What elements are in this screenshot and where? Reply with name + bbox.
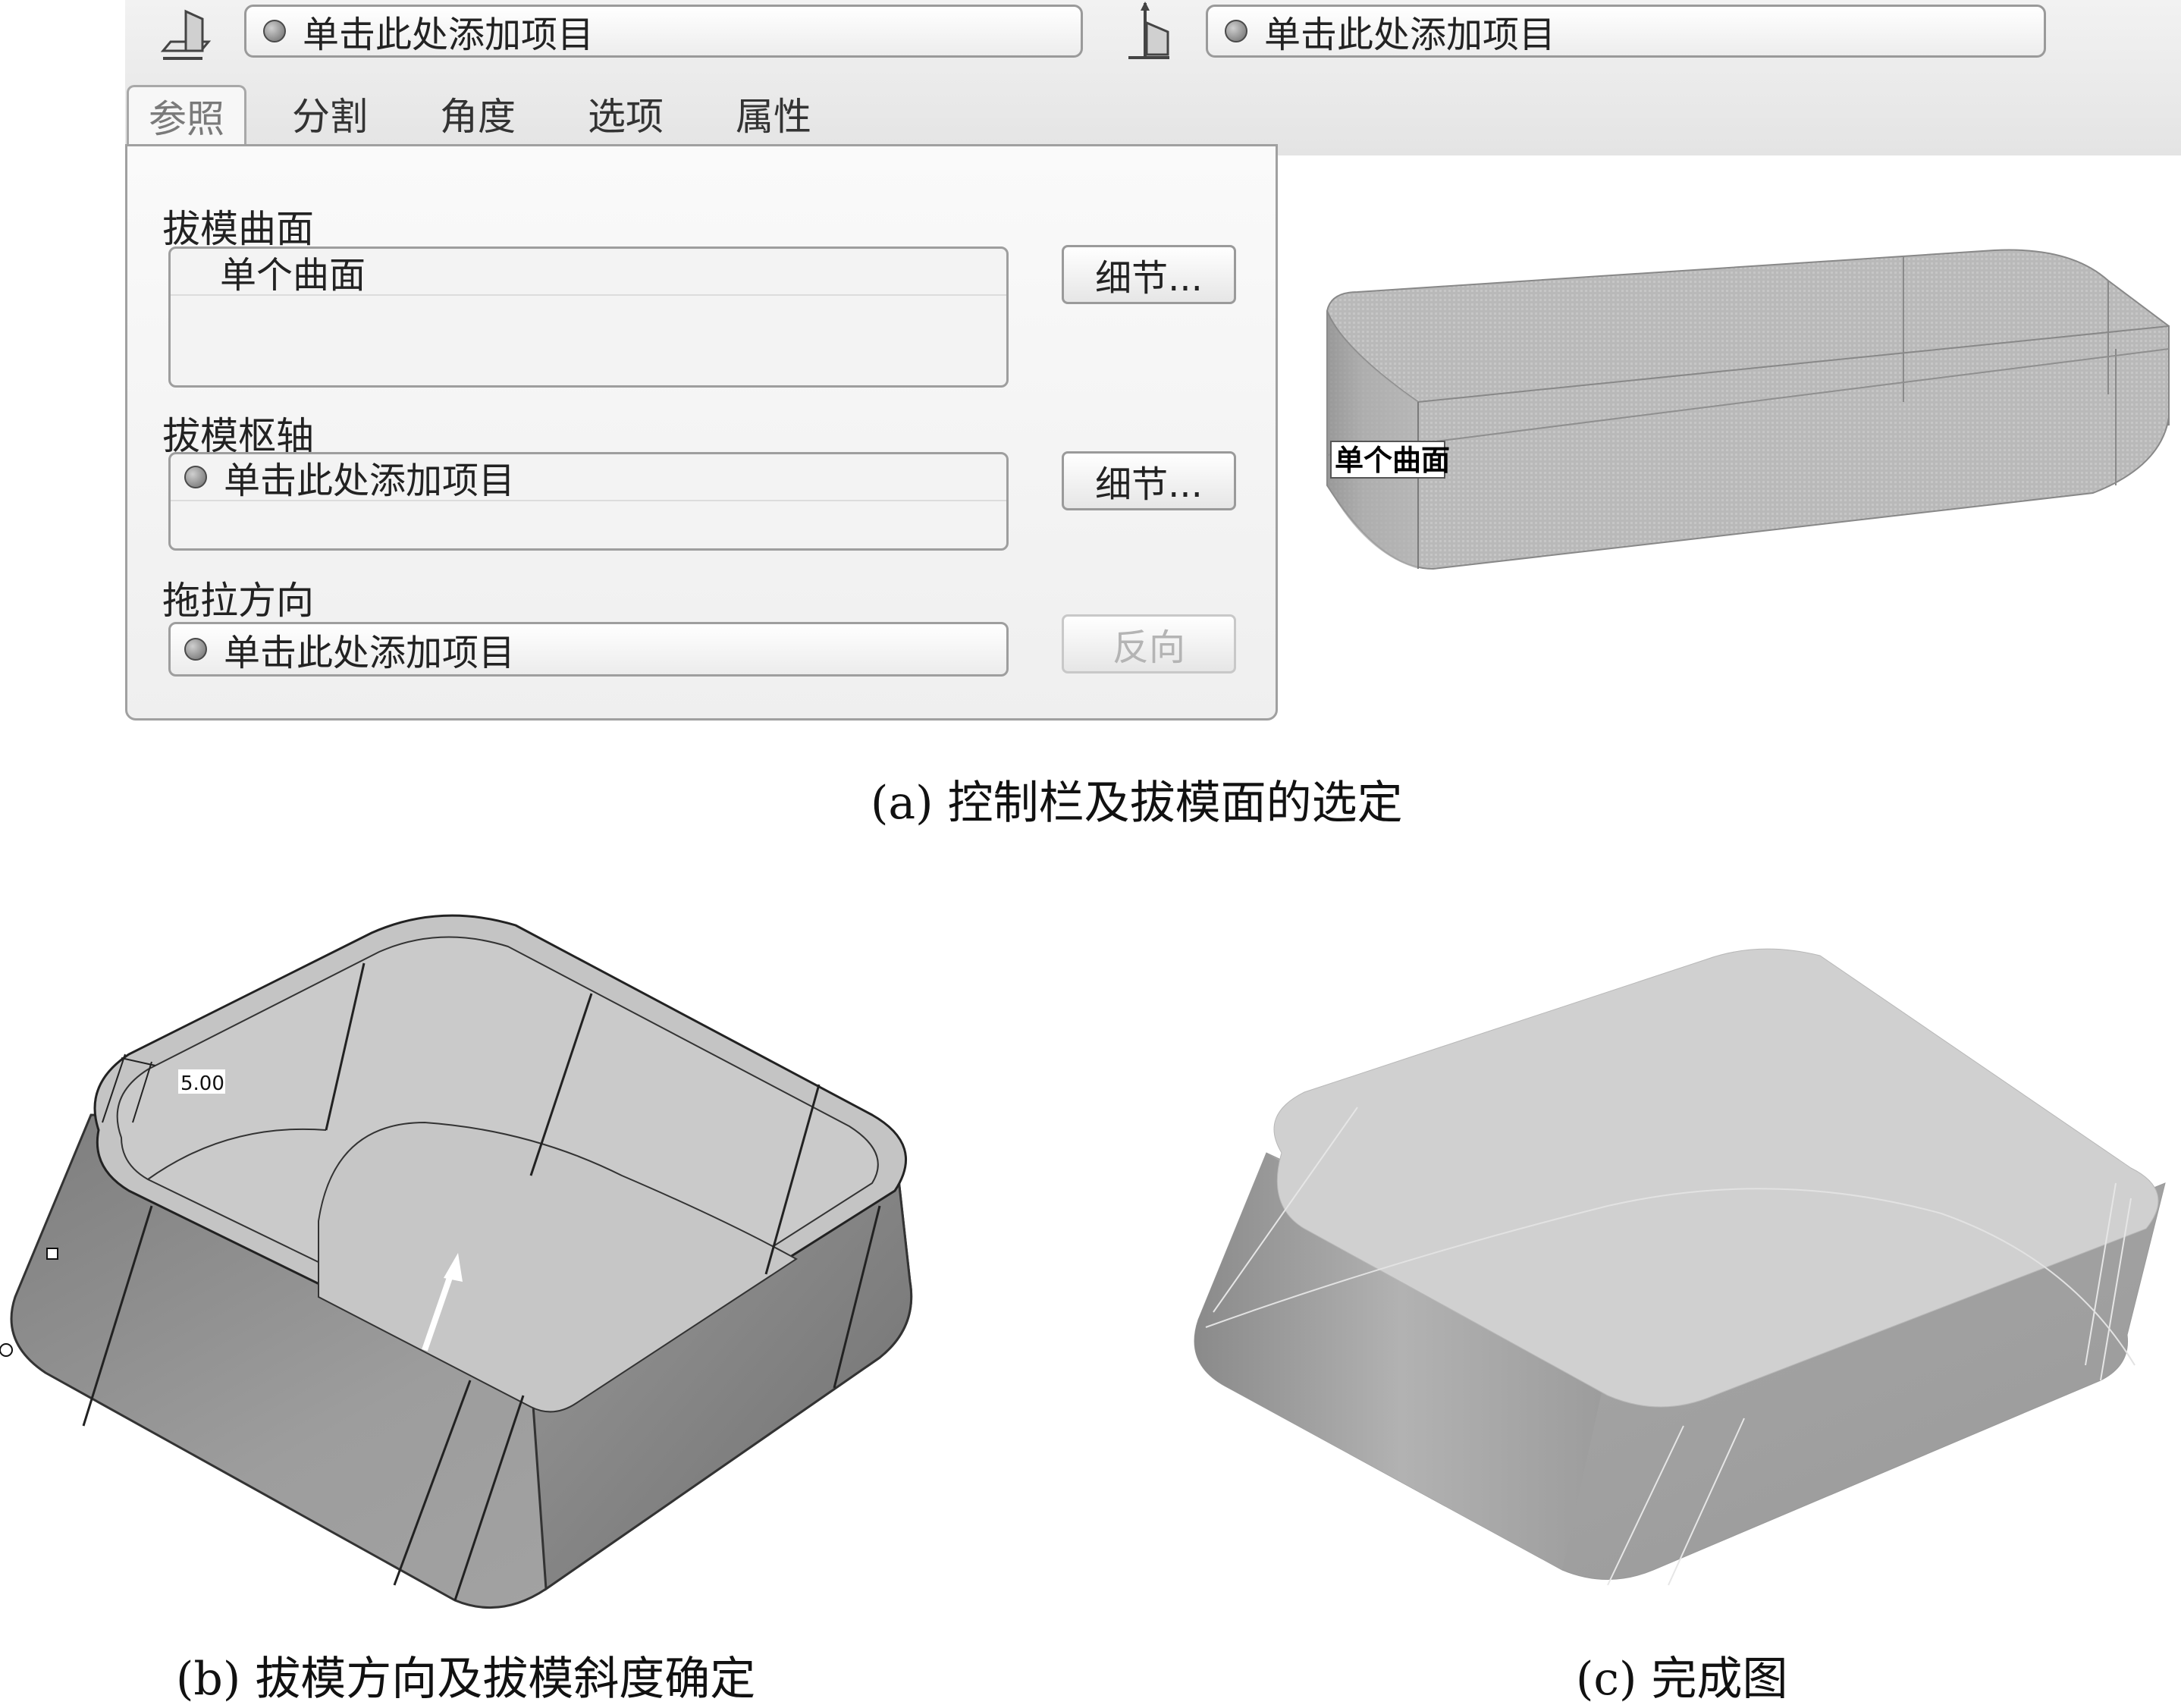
tab-references[interactable]: 参照	[127, 85, 246, 145]
draft-hinge-list[interactable]: 单击此处添加项目	[168, 452, 1009, 551]
bullet-icon	[1225, 20, 1247, 42]
direction-collector-text: 单击此处添加项目	[1264, 14, 1556, 56]
tab-angles[interactable]: 角度	[421, 85, 535, 143]
draft-hinge-placeholder-row[interactable]: 单击此处添加项目	[171, 454, 1006, 502]
draft-surface-details-button[interactable]: 细节...	[1062, 245, 1236, 304]
draft-hinge-placeholder: 单击此处添加项目	[224, 460, 516, 502]
caption-a: (a) 控制栏及拔模面的选定	[871, 777, 1403, 830]
pull-direction-collector[interactable]: 单击此处添加项目	[1206, 5, 2046, 58]
caption-b: (b) 拔模方向及拔模斜度确定	[176, 1653, 756, 1706]
model-viewport-b[interactable]: 5.00	[0, 903, 956, 1623]
pivot-handle[interactable]	[0, 1343, 13, 1357]
bullet-icon	[184, 638, 207, 661]
draft-hinge-details-button[interactable]: 细节...	[1062, 451, 1236, 510]
pull-direction-icon[interactable]	[1122, 0, 1183, 61]
tab-properties[interactable]: 属性	[717, 85, 830, 143]
list-item[interactable]: 单个曲面	[171, 249, 1006, 297]
pull-direction-placeholder: 单击此处添加项目	[224, 632, 516, 674]
bullet-icon	[263, 20, 286, 42]
model-viewport-a[interactable]: 单个曲面	[1312, 235, 2181, 584]
draft-surface-icon[interactable]	[155, 4, 216, 64]
pull-direction-field[interactable]: 单击此处添加项目	[168, 622, 1009, 677]
bullet-icon	[184, 466, 207, 488]
tab-options[interactable]: 选项	[569, 85, 683, 143]
pull-direction-label: 拖拉方向	[162, 579, 314, 623]
model-viewport-c[interactable]	[1183, 940, 2176, 1593]
drag-handle[interactable]	[46, 1248, 58, 1260]
pull-direction-placeholder-row[interactable]: 单击此处添加项目	[171, 624, 1006, 674]
surface-tag: 单个曲面	[1335, 444, 1450, 477]
draft-surface-collector[interactable]: 单击此处添加项目	[244, 5, 1083, 58]
draft-angle-dimension[interactable]: 5.00	[180, 1072, 224, 1095]
flip-direction-button: 反向	[1062, 614, 1236, 673]
tab-split[interactable]: 分割	[273, 85, 387, 143]
caption-c: (c) 完成图	[1576, 1653, 1788, 1706]
surface-collector-text: 单击此处添加项目	[303, 14, 595, 56]
draft-surface-list[interactable]: 单个曲面	[168, 246, 1009, 388]
